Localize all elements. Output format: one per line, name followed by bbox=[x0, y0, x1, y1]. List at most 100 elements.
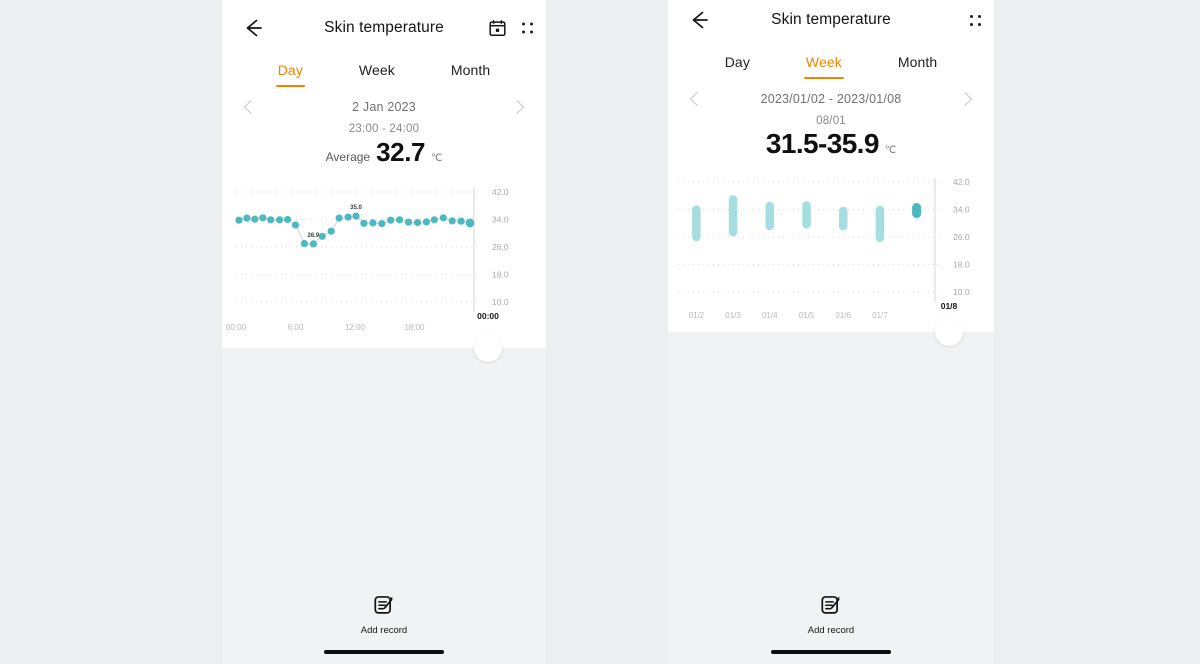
x-axis-tick-label: 01/8 bbox=[941, 301, 958, 311]
chevron-right-icon[interactable] bbox=[957, 91, 973, 107]
data-point[interactable] bbox=[387, 216, 395, 224]
y-axis-tick-label: 18.0 bbox=[492, 270, 509, 280]
data-point[interactable] bbox=[284, 215, 292, 224]
tab-day[interactable]: Day bbox=[723, 50, 752, 79]
note-edit-icon bbox=[373, 594, 395, 621]
tab-month-label: Month bbox=[450, 62, 491, 78]
range-bar[interactable] bbox=[912, 203, 922, 219]
data-point[interactable] bbox=[413, 219, 422, 227]
tab-day-label: Day bbox=[277, 62, 303, 78]
data-point[interactable] bbox=[318, 232, 326, 240]
y-axis-tick-label: 42.0 bbox=[953, 177, 970, 187]
tab-month[interactable]: Month bbox=[896, 50, 939, 79]
data-point[interactable] bbox=[422, 218, 430, 226]
x-axis-tick-label: 01/6 bbox=[835, 311, 851, 320]
tab-week[interactable]: Week bbox=[357, 58, 397, 87]
page-title: Skin temperature bbox=[771, 11, 891, 28]
x-axis-tick-label: 01/2 bbox=[689, 311, 705, 320]
data-point[interactable] bbox=[457, 217, 465, 225]
week-range-row: 31.5-35.9 ℃ bbox=[668, 128, 994, 160]
data-point[interactable] bbox=[291, 221, 300, 229]
data-point-label: 35.0 bbox=[350, 205, 362, 211]
range-bar[interactable] bbox=[802, 201, 811, 229]
data-point[interactable] bbox=[344, 213, 352, 221]
day-date-nav: 2 Jan 2023 bbox=[222, 97, 546, 117]
week-bar-chart[interactable]: 42.0 34.0 26.0 18.0 10.0 01/2 01/3 01/4 01/5 01/6… bbox=[668, 174, 994, 334]
data-point[interactable] bbox=[430, 216, 438, 224]
week-date-nav: 2023/01/02 - 2023/01/08 bbox=[668, 89, 994, 109]
data-point[interactable] bbox=[300, 240, 308, 248]
data-point[interactable] bbox=[439, 214, 447, 222]
home-indicator bbox=[771, 650, 891, 654]
data-point[interactable] bbox=[267, 216, 275, 224]
calendar-icon[interactable] bbox=[489, 19, 506, 37]
chevron-left-icon[interactable] bbox=[689, 91, 705, 107]
y-axis-tick-label: 18.0 bbox=[953, 260, 970, 270]
add-record-button[interactable]: Add record bbox=[361, 594, 407, 636]
home-indicator bbox=[324, 650, 444, 654]
range-bar[interactable] bbox=[765, 201, 775, 231]
range-bar[interactable] bbox=[728, 195, 738, 237]
tab-week[interactable]: Week bbox=[803, 50, 844, 79]
tab-day[interactable]: Day bbox=[275, 58, 306, 87]
data-point[interactable] bbox=[251, 215, 259, 223]
data-point[interactable] bbox=[335, 214, 343, 222]
back-arrow-icon[interactable] bbox=[240, 15, 266, 41]
day-tabs: Day Week Month bbox=[222, 58, 546, 87]
day-footer: Add record bbox=[222, 594, 546, 664]
week-range-value: 31.5-35.9 bbox=[765, 128, 880, 159]
day-view-screen: Skin temperature Day Week Month 2 Jan 20… bbox=[222, 0, 546, 664]
week-chart-svg[interactable]: 42.0 34.0 26.0 18.0 10.0 01/2 01/3 01/4 01/5 01/6… bbox=[668, 174, 994, 334]
range-bar[interactable] bbox=[839, 206, 848, 231]
data-point[interactable] bbox=[404, 218, 413, 226]
chevron-left-icon[interactable] bbox=[243, 99, 259, 115]
chevron-right-icon[interactable] bbox=[509, 99, 525, 115]
data-point[interactable] bbox=[360, 219, 368, 227]
back-arrow-icon[interactable] bbox=[686, 7, 712, 33]
week-tabs: Day Week Month bbox=[668, 50, 994, 79]
tab-month[interactable]: Month bbox=[449, 58, 492, 87]
week-topbar-actions bbox=[968, 13, 982, 27]
y-axis-tick-label: 34.0 bbox=[492, 215, 509, 225]
data-point[interactable] bbox=[243, 214, 251, 222]
temperature-unit: ℃ bbox=[431, 153, 443, 164]
range-bar[interactable] bbox=[875, 205, 885, 243]
y-axis-tick-label: 34.0 bbox=[953, 205, 970, 215]
chart-cursor-label: 00:00 bbox=[477, 311, 499, 321]
x-axis-tick-label: 6:00 bbox=[288, 323, 304, 332]
x-axis-tick-label: 18:00 bbox=[404, 323, 425, 332]
week-selected-day: 08/01 bbox=[816, 115, 846, 127]
day-chart-svg[interactable]: 42.0 34.0 26.0 18.0 10.0 35.0 26.9 00:00 6:00 12:… bbox=[222, 180, 546, 340]
day-scatter-chart[interactable]: 42.0 34.0 26.0 18.0 10.0 35.0 26.9 00:00 6:00 12:… bbox=[222, 180, 546, 340]
data-point[interactable] bbox=[396, 216, 404, 224]
more-options-icon[interactable] bbox=[520, 21, 534, 35]
data-point[interactable] bbox=[259, 214, 267, 222]
tab-month-label: Month bbox=[897, 54, 938, 70]
day-topbar-actions bbox=[489, 19, 534, 37]
range-bar[interactable] bbox=[692, 205, 701, 242]
day-scrub-handle[interactable] bbox=[474, 334, 502, 362]
tab-week-label: Week bbox=[358, 62, 395, 78]
week-date-range-label: 2023/01/02 - 2023/01/08 bbox=[760, 92, 902, 106]
day-card: Skin temperature Day Week Month 2 Jan 20… bbox=[222, 0, 546, 362]
data-point[interactable] bbox=[369, 219, 377, 227]
data-point[interactable] bbox=[378, 220, 386, 228]
data-point[interactable] bbox=[235, 216, 243, 224]
tab-day-label: Day bbox=[724, 54, 750, 70]
add-record-button[interactable]: Add record bbox=[808, 594, 854, 636]
data-point[interactable] bbox=[276, 216, 284, 224]
data-point[interactable] bbox=[327, 227, 335, 235]
day-average-row: Average 32.7 ℃ bbox=[222, 137, 546, 168]
data-point[interactable] bbox=[309, 240, 317, 248]
y-axis-tick-label: 10.0 bbox=[953, 287, 970, 297]
data-point-label: 26.9 bbox=[308, 233, 320, 239]
data-point[interactable] bbox=[465, 218, 475, 228]
data-point[interactable] bbox=[448, 217, 456, 225]
add-record-label: Add record bbox=[360, 625, 408, 636]
x-axis-tick-label: 01/5 bbox=[799, 311, 815, 320]
more-options-icon[interactable] bbox=[968, 13, 982, 27]
week-scrub-handle[interactable] bbox=[935, 318, 963, 346]
average-value: 32.7 bbox=[376, 137, 426, 167]
data-point[interactable] bbox=[352, 212, 360, 220]
day-time-range: 23:00 - 24:00 bbox=[348, 123, 420, 135]
